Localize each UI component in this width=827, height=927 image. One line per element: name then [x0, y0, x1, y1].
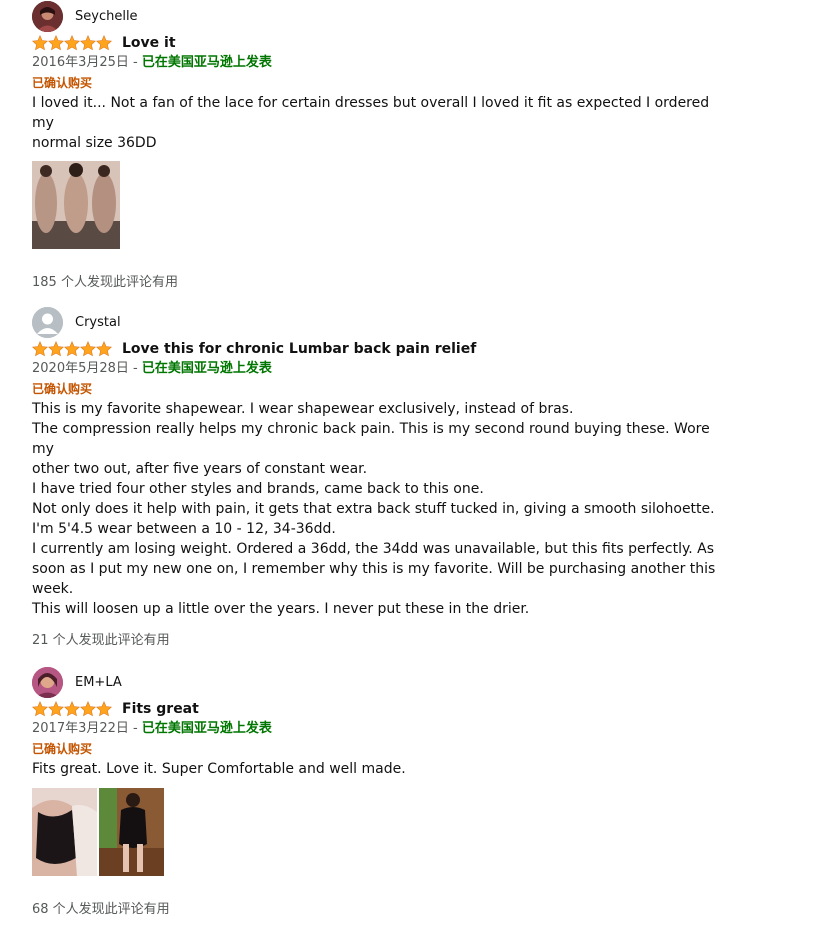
- avatar[interactable]: [32, 0, 63, 32]
- avatar[interactable]: [32, 666, 63, 698]
- helpful-count: 185 个人发现此评论有用: [32, 275, 178, 290]
- star-icon: [48, 701, 64, 717]
- date-separator: -: [128, 721, 142, 736]
- review-body-line: week.: [32, 581, 74, 597]
- star-icon: [32, 341, 48, 357]
- review-body-line: I have tried four other styles and brand…: [32, 481, 484, 497]
- star-icon: [32, 701, 48, 717]
- review-site: 已在美国亚马逊上发表: [141, 721, 272, 736]
- review-body-line: This will loosen up a little over the ye…: [32, 601, 530, 617]
- review-photo[interactable]: [32, 161, 120, 249]
- star-icon: [64, 35, 80, 51]
- review-date-row: 2016年3月25日 - 已在美国亚马逊上发表: [32, 53, 732, 73]
- review-title-row: Love it: [32, 33, 732, 53]
- review-site: 已在美国亚马逊上发表: [141, 55, 272, 70]
- review-body: This is my favorite shapewear. I wear sh…: [32, 399, 732, 619]
- verified-purchase-badge: 已确认购买: [32, 382, 93, 396]
- review-card: Seychelle Love it 2016年3月25日 - 已在美国亚马逊上发…: [32, 0, 732, 290]
- review-title[interactable]: Love this for chronic Lumbar back pain r…: [122, 341, 476, 357]
- helpful-count: 68 个人发现此评论有用: [32, 902, 170, 917]
- review-photos: [32, 161, 732, 249]
- review-title-row: Fits great: [32, 699, 732, 719]
- review-photo[interactable]: [99, 788, 164, 876]
- star-icon: [80, 35, 96, 51]
- star-icon: [96, 701, 112, 717]
- star-icon: [32, 35, 48, 51]
- review-body-line: This is my favorite shapewear. I wear sh…: [32, 401, 574, 417]
- review-site: 已在美国亚马逊上发表: [141, 361, 272, 376]
- reviewer-name[interactable]: EM+LA: [75, 675, 122, 690]
- review-title[interactable]: Love it: [122, 35, 176, 51]
- star-rating[interactable]: [32, 341, 112, 357]
- review-date-row: 2017年3月22日 - 已在美国亚马逊上发表: [32, 719, 732, 739]
- review-body-line: The compression really helps my chronic …: [32, 421, 710, 457]
- review-title-row: Love this for chronic Lumbar back pain r…: [32, 339, 732, 359]
- reviewer-profile[interactable]: EM+LA: [32, 666, 732, 698]
- verified-purchase-badge: 已确认购买: [32, 76, 93, 90]
- review-card: Crystal Love this for chronic Lumbar bac…: [32, 306, 732, 648]
- date-separator: -: [128, 361, 142, 376]
- star-icon: [96, 35, 112, 51]
- review-date-row: 2020年5月28日 - 已在美国亚马逊上发表: [32, 359, 732, 379]
- review-body-line: normal size 36DD: [32, 135, 157, 151]
- reviewer-name[interactable]: Seychelle: [75, 9, 138, 24]
- review-date: 2020年5月28日: [32, 361, 129, 376]
- review-body-line: soon as I put my new one on, I remember …: [32, 561, 716, 577]
- review-photos: [32, 788, 732, 876]
- default-avatar-icon[interactable]: [32, 306, 63, 338]
- review-body-line: Not only does it help with pain, it gets…: [32, 501, 715, 517]
- reviewer-name[interactable]: Crystal: [75, 315, 121, 330]
- review-body: Fits great. Love it. Super Comfortable a…: [32, 759, 732, 779]
- review-body-line: other two out, after five years of const…: [32, 461, 368, 477]
- review-title[interactable]: Fits great: [122, 701, 199, 717]
- review-body-line: I loved it... Not a fan of the lace for …: [32, 95, 710, 131]
- star-icon: [64, 701, 80, 717]
- star-icon: [64, 341, 80, 357]
- review-body-line: Fits great. Love it. Super Comfortable a…: [32, 761, 406, 777]
- star-icon: [96, 341, 112, 357]
- review-date: 2017年3月22日: [32, 721, 129, 736]
- helpful-count: 21 个人发现此评论有用: [32, 633, 170, 648]
- star-rating[interactable]: [32, 701, 112, 717]
- verified-purchase-badge: 已确认购买: [32, 742, 93, 756]
- star-icon: [80, 701, 96, 717]
- review-body-line: I currently am losing weight. Ordered a …: [32, 541, 715, 557]
- reviewer-profile[interactable]: Crystal: [32, 306, 732, 338]
- review-date: 2016年3月25日: [32, 55, 129, 70]
- review-body: I loved it... Not a fan of the lace for …: [32, 93, 732, 153]
- star-icon: [48, 35, 64, 51]
- reviewer-profile[interactable]: Seychelle: [32, 0, 732, 32]
- star-rating[interactable]: [32, 35, 112, 51]
- review-photo[interactable]: [32, 788, 97, 876]
- review-card: EM+LA Fits great 2017年3月22日 - 已在美国亚马逊上发表…: [32, 666, 732, 917]
- date-separator: -: [128, 55, 142, 70]
- star-icon: [48, 341, 64, 357]
- star-icon: [80, 341, 96, 357]
- review-body-line: I'm 5'4.5 wear between a 10 - 12, 34-36d…: [32, 521, 336, 537]
